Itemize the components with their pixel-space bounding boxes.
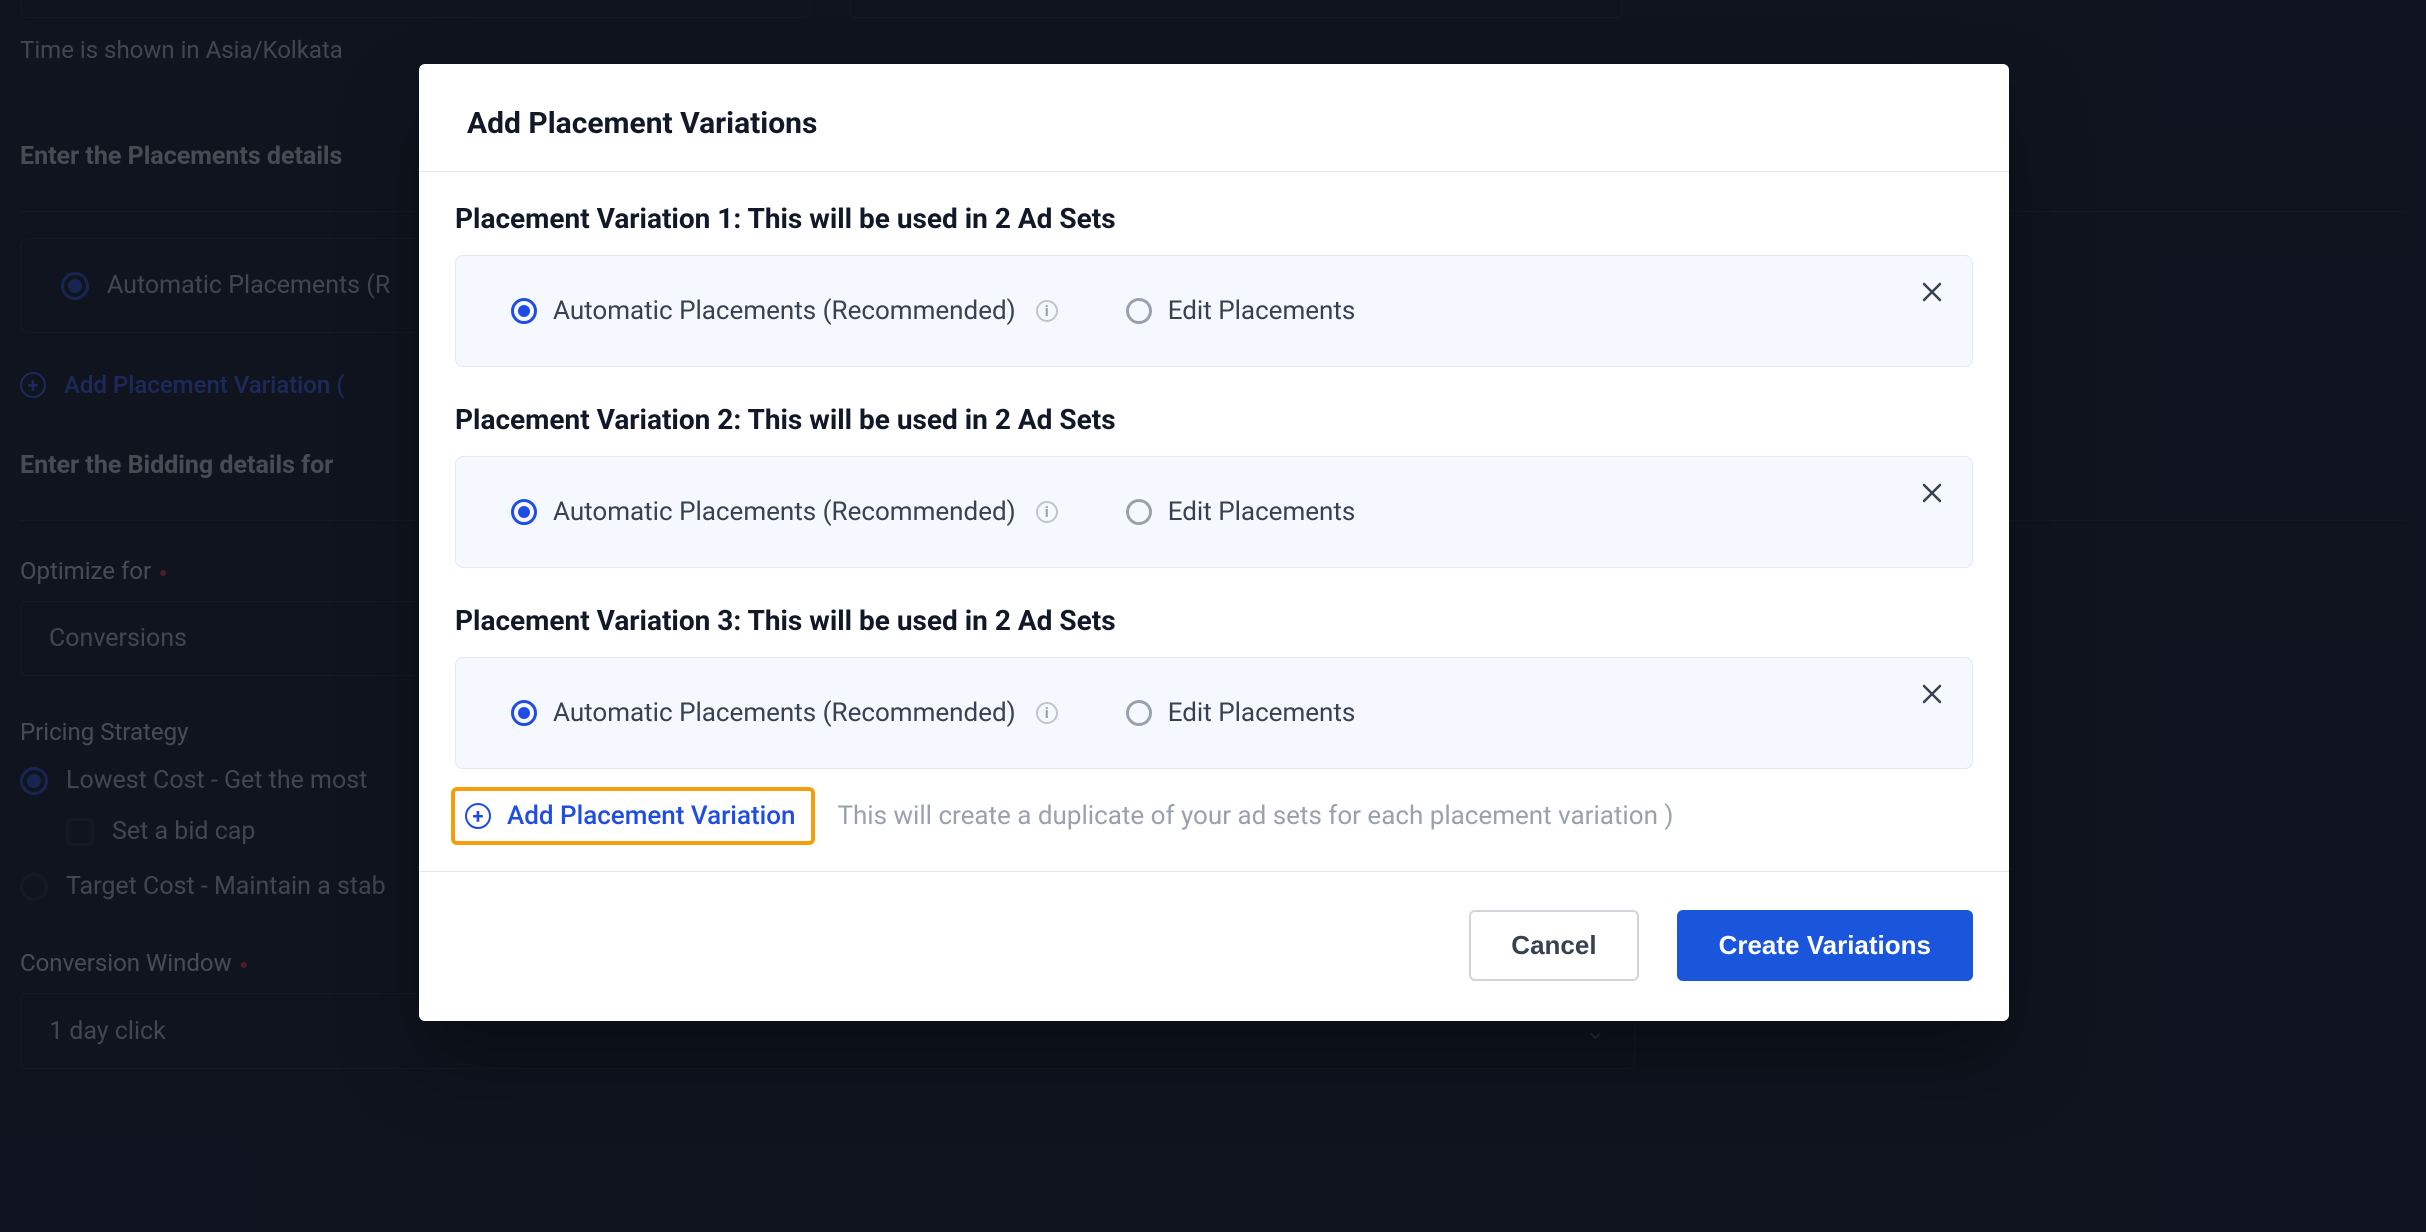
info-icon[interactable]: i (1036, 300, 1058, 322)
variation-1-auto-placements-option[interactable]: Automatic Placements (Recommended) i (511, 296, 1058, 326)
radio-selected-icon (511, 700, 537, 726)
variation-1-card: Automatic Placements (Recommended) i Edi… (455, 255, 1973, 367)
variation-3-card: Automatic Placements (Recommended) i Edi… (455, 657, 1973, 769)
variation-1-title: Placement Variation 1: This will be used… (455, 202, 1973, 235)
close-icon[interactable] (1920, 682, 1944, 712)
variation-3-auto-placements-option[interactable]: Automatic Placements (Recommended) i (511, 698, 1058, 728)
modal-title: Add Placement Variations (467, 106, 1961, 141)
modal-header: Add Placement Variations (419, 64, 2009, 172)
variation-3-edit-placements-option[interactable]: Edit Placements (1126, 698, 1356, 728)
radio-unselected-icon (1126, 700, 1152, 726)
info-icon[interactable]: i (1036, 501, 1058, 523)
radio-selected-icon (511, 499, 537, 525)
variation-2-title: Placement Variation 2: This will be used… (455, 403, 1973, 436)
cancel-button[interactable]: Cancel (1469, 910, 1638, 981)
add-placement-variation-helper: This will create a duplicate of your ad … (837, 801, 1673, 831)
variation-3-title: Placement Variation 3: This will be used… (455, 604, 1973, 637)
variation-2-auto-placements-option[interactable]: Automatic Placements (Recommended) i (511, 497, 1058, 527)
modal-footer: Cancel Create Variations (419, 871, 2009, 1021)
variation-2-edit-placements-option[interactable]: Edit Placements (1126, 497, 1356, 527)
info-icon[interactable]: i (1036, 702, 1058, 724)
close-icon[interactable] (1920, 481, 1944, 511)
create-variations-button[interactable]: Create Variations (1677, 910, 1973, 981)
radio-unselected-icon (1126, 499, 1152, 525)
variation-2-card: Automatic Placements (Recommended) i Edi… (455, 456, 1973, 568)
radio-unselected-icon (1126, 298, 1152, 324)
close-icon[interactable] (1920, 280, 1944, 310)
add-placement-variation-row: + Add Placement Variation This will crea… (455, 791, 1973, 841)
add-placement-variations-modal: Add Placement Variations Placement Varia… (419, 64, 2009, 1021)
modal-body: Placement Variation 1: This will be used… (419, 172, 2009, 871)
variation-1-edit-placements-option[interactable]: Edit Placements (1126, 296, 1356, 326)
plus-circle-icon: + (465, 803, 491, 829)
add-placement-variation-button[interactable]: + Add Placement Variation (455, 791, 811, 841)
radio-selected-icon (511, 298, 537, 324)
